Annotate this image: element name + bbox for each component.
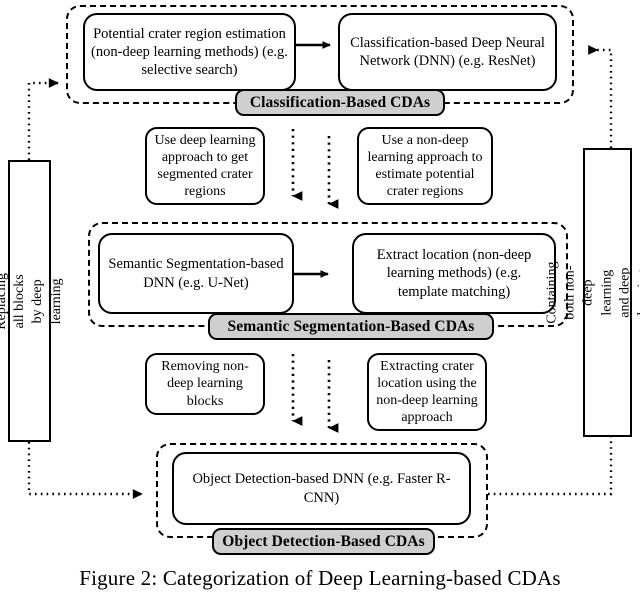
sidebox-containing-both-modules: Containing both non-deep learning and de…	[545, 148, 640, 437]
sidebox-replacing-all-blocks: Replacing all blocks by deep learning	[0, 160, 64, 442]
node-extracting-crater-location[interactable]: Extracting crater location using the non…	[367, 353, 487, 431]
pill-semantic-segmentation-based-cdas: Semantic Segmentation-Based CDAs	[208, 313, 494, 340]
pill-classification-based-cdas: Classification-Based CDAs	[235, 89, 445, 116]
figure-canvas: Potential crater region estimation (non-…	[0, 0, 640, 594]
wire-rightbox-to-classification	[588, 45, 613, 148]
wire-leftbox-to-classification	[27, 78, 59, 160]
node-use-deep-learning-approach[interactable]: Use deep learning approach to get segmen…	[145, 127, 265, 205]
node-use-non-deep-learning-approach[interactable]: Use a non-deep learning approach to esti…	[357, 127, 493, 205]
node-classification-dnn[interactable]: Classification-based Deep Neural Network…	[338, 13, 557, 91]
sidebox-right-label: Containing both non-deep learning and de…	[544, 261, 640, 324]
node-removing-non-deep-learning-blocks[interactable]: Removing non-deep learning blocks	[145, 353, 265, 415]
wire-leftbox-to-objectdetection	[27, 442, 143, 499]
figure-caption: Figure 2: Categorization of Deep Learnin…	[79, 566, 561, 590]
pill-object-detection-based-cdas: Object Detection-Based CDAs	[212, 528, 435, 555]
node-object-detection-dnn[interactable]: Object Detection-based DNN (e.g. Faster …	[172, 452, 471, 525]
node-potential-crater-region-estimation[interactable]: Potential crater region estimation (non-…	[83, 13, 296, 91]
node-extract-location[interactable]: Extract location (non-deep learning meth…	[352, 233, 556, 314]
sidebox-left-label: Replacing all blocks by deep learning	[0, 272, 64, 330]
wire-objectdetection-to-rightbox	[488, 437, 613, 496]
node-semantic-segmentation-dnn[interactable]: Semantic Segmentation-based DNN (e.g. U-…	[98, 233, 294, 314]
